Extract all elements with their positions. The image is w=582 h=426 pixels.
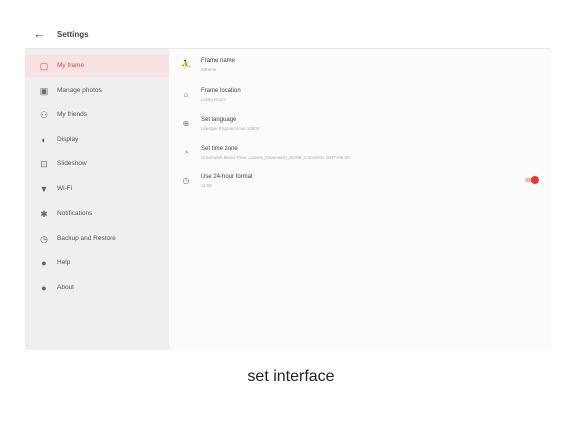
setting-value: Living Room [201, 97, 227, 102]
home-icon: ⌂ [183, 90, 189, 99]
sidebar-item-label: About [57, 284, 74, 291]
top-bar: ← Settings [25, 22, 551, 49]
setting-value: Lifestyle Engrand fmin 10000 [201, 126, 260, 131]
setting-value: Mframe [201, 67, 217, 72]
sidebar-item-label: Backup and Restore [57, 235, 116, 242]
sidebar-item-label: Manage photos [57, 87, 102, 94]
setting-title: Set language [201, 117, 237, 123]
sidebar-item-my-friends[interactable]: ⚇ My friends [25, 104, 169, 126]
setting-frame-name[interactable]: ⛹ Frame name Mframe [169, 55, 551, 83]
time-icon: ◷ [182, 176, 190, 185]
sidebar-item-about[interactable]: ● About [25, 277, 169, 299]
person-icon: ⛹ [181, 60, 191, 69]
sidebar-item-label: My frame [57, 62, 85, 69]
sidebar-item-backup-and-restore[interactable]: ◷ Backup and Restore [25, 228, 169, 250]
sidebar-item-my-frame[interactable]: ▢ My frame [25, 55, 169, 77]
setting-value: 11:00 [201, 183, 212, 188]
bell-icon: ✱ [40, 209, 48, 219]
sidebar-item-label: Help [57, 259, 71, 266]
photo-icon: ▣ [39, 86, 49, 96]
24-hour-toggle[interactable] [525, 176, 539, 184]
setting-title: Set time zone [201, 146, 238, 152]
sidebar-item-label: Notifications [57, 210, 93, 217]
setting-value: Greenwich Mean Time, Lowest_Greenwich_ZO… [201, 155, 350, 160]
sidebar-item-manage-photos[interactable]: ▣ Manage photos [25, 80, 169, 102]
wifi-icon: ▼ [39, 184, 49, 194]
sidebar-item-label: Wi-Fi [57, 185, 73, 192]
settings-window: ← Settings ▢ My frame ▣ Manage photos ⚇ … [25, 22, 551, 350]
settings-panel: ⛹ Frame name Mframe ⌂ Frame location Liv… [169, 49, 551, 350]
sidebar-item-display[interactable]: ◐ Display [25, 129, 169, 151]
sidebar: ▢ My frame ▣ Manage photos ⚇ My friends … [25, 49, 169, 350]
frame-icon: ▢ [39, 61, 49, 71]
sidebar-item-wifi[interactable]: ▼ Wi-Fi [25, 178, 169, 200]
globe-icon: ⊕ [182, 119, 190, 128]
setting-time-zone[interactable]: ◔ Set time zone Greenwich Mean Time, Low… [169, 143, 551, 171]
sidebar-item-slideshow[interactable]: ⊡ Slideshow [25, 153, 169, 175]
help-icon: ● [41, 258, 47, 268]
sidebar-item-label: My friends [57, 111, 87, 118]
setting-language[interactable]: ⊕ Set language Lifestyle Engrand fmin 10… [169, 114, 551, 142]
page-title: Settings [57, 30, 89, 39]
sidebar-item-label: Display [57, 136, 79, 143]
info-icon: ● [41, 283, 47, 293]
backup-icon: ◷ [40, 234, 48, 244]
setting-frame-location[interactable]: ⌂ Frame location Living Room [169, 85, 551, 113]
toggle-thumb [531, 176, 539, 184]
sidebar-item-notifications[interactable]: ✱ Notifications [25, 203, 169, 225]
setting-title: Use 24-hour format [201, 174, 253, 180]
clock-icon: ◔ [183, 148, 189, 157]
slideshow-icon: ⊡ [40, 159, 48, 169]
people-icon: ⚇ [39, 110, 49, 120]
figure-caption: set interface [247, 368, 335, 385]
sidebar-item-label: Slideshow [57, 160, 87, 167]
setting-24-hour-format[interactable]: ◷ Use 24-hour format 11:00 [169, 171, 551, 199]
sidebar-item-help[interactable]: ● Help [25, 252, 169, 274]
setting-title: Frame name [201, 58, 236, 64]
display-icon: ◐ [41, 135, 47, 145]
setting-title: Frame location [201, 88, 241, 94]
arrow-left-icon[interactable]: ← [33, 27, 46, 41]
